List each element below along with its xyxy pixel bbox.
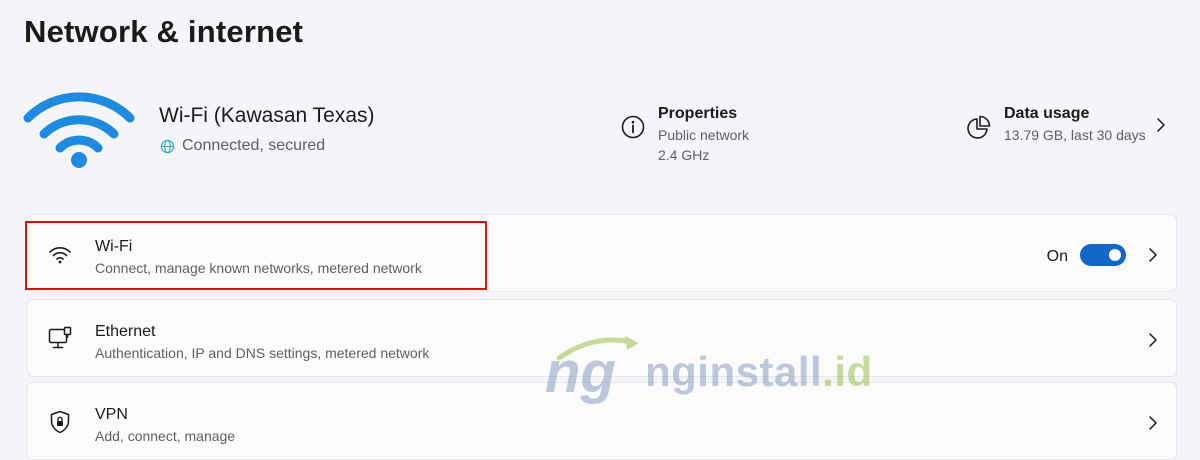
chevron-right-icon[interactable]: [1146, 331, 1160, 349]
wifi-toggle[interactable]: [1080, 244, 1126, 266]
network-name: Wi-Fi (Kawasan Texas): [159, 104, 375, 127]
data-usage-value: 13.79 GB, last 30 days: [1004, 127, 1146, 143]
chevron-right-icon[interactable]: [1146, 246, 1160, 264]
info-icon: [621, 115, 645, 139]
network-profile: Public network: [658, 127, 750, 143]
wifi-subtitle: Connect, manage known networks, metered …: [95, 260, 422, 276]
vpn-subtitle: Add, connect, manage: [95, 428, 236, 444]
ethernet-subtitle: Authentication, IP and DNS settings, met…: [95, 345, 430, 361]
connection-status-text: Connected, secured: [182, 137, 326, 154]
wifi-icon: [49, 247, 71, 264]
data-usage-title: Data usage: [1004, 105, 1090, 122]
properties-link[interactable]: Properties Public network 2.4 GHz: [620, 104, 749, 163]
data-usage-link[interactable]: Data usage 13.79 GB, last 30 days: [966, 104, 1146, 143]
page-title: Network & internet: [24, 14, 304, 49]
pie-chart-icon: [967, 115, 991, 139]
ethernet-icon: [48, 326, 72, 349]
chevron-right-icon[interactable]: [1154, 116, 1168, 134]
connection-status: Connected, secured: [160, 137, 325, 155]
vpn-title: VPN: [95, 406, 128, 423]
shield-lock-icon: [50, 410, 70, 434]
wifi-hero-icon: [23, 92, 135, 168]
wifi-settings-card[interactable]: Wi-Fi Connect, manage known networks, me…: [27, 214, 1177, 292]
toggle-knob: [1109, 249, 1121, 261]
wifi-title: Wi-Fi: [95, 238, 133, 255]
network-status-hero: Wi-Fi (Kawasan Texas) Connected, secured…: [0, 80, 1200, 190]
properties-title: Properties: [658, 105, 738, 122]
wifi-toggle-label: On: [1046, 248, 1068, 265]
network-band: 2.4 GHz: [658, 147, 710, 163]
vpn-settings-card[interactable]: VPN Add, connect, manage: [27, 382, 1177, 460]
chevron-right-icon[interactable]: [1146, 414, 1160, 432]
ethernet-settings-card[interactable]: Ethernet Authentication, IP and DNS sett…: [27, 299, 1177, 377]
globe-icon: [160, 139, 175, 154]
ethernet-title: Ethernet: [95, 323, 156, 340]
